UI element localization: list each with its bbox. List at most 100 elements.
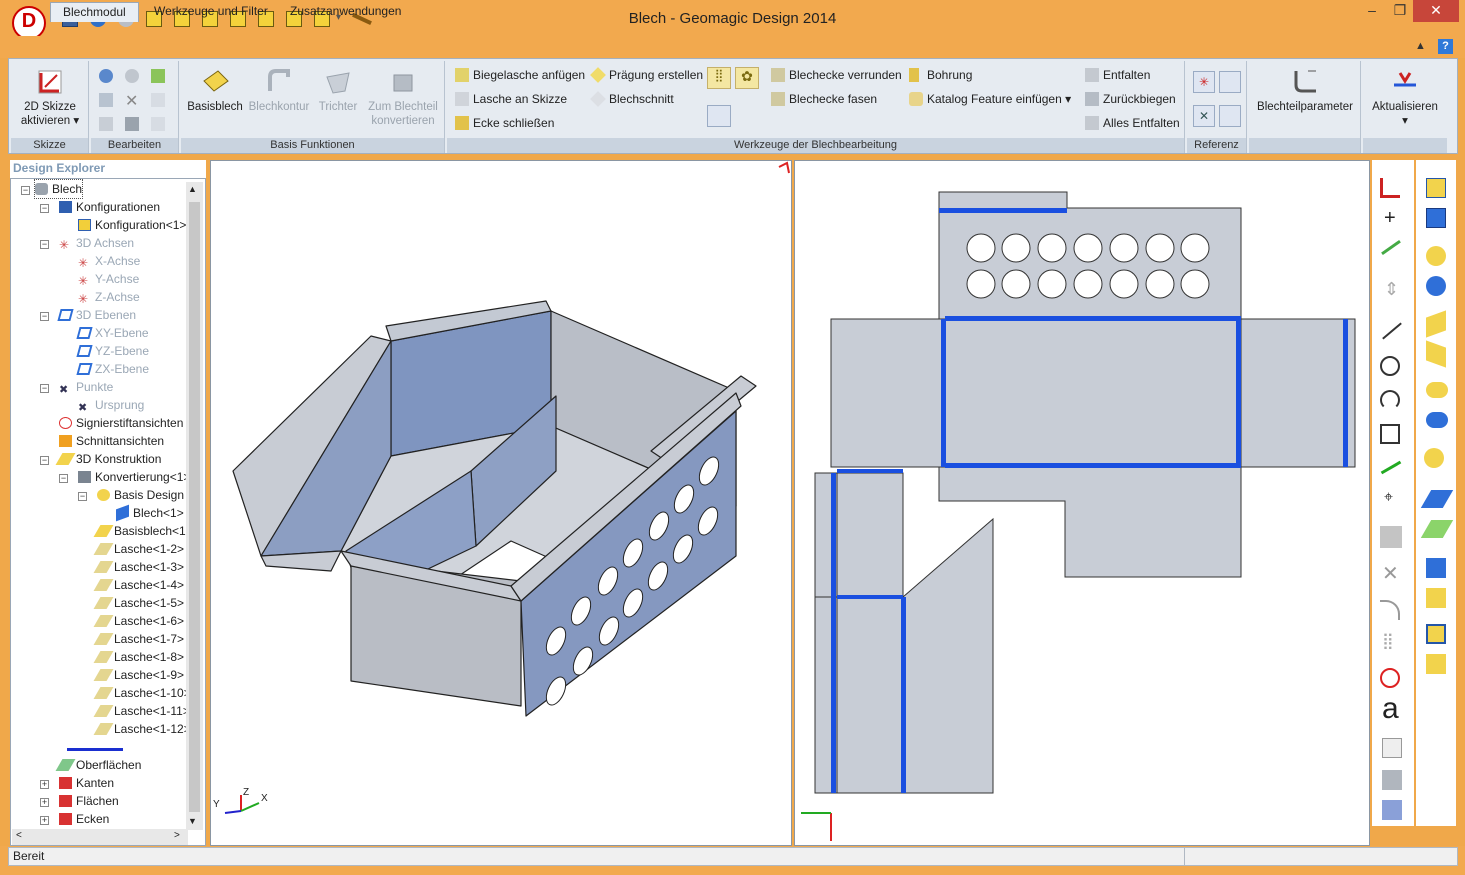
refold-button[interactable]: Zurückbiegen xyxy=(1085,89,1176,109)
tree-horizontal-scrollbar[interactable]: < > xyxy=(12,829,188,845)
tree-item-xy-ebene[interactable]: XY-Ebene xyxy=(76,324,149,342)
tab-zusatzanwendungen[interactable]: Zusatzanwendungen xyxy=(278,2,413,22)
viewport-3d[interactable]: Y Z X xyxy=(210,160,792,846)
arc-tool-icon[interactable] xyxy=(1380,390,1400,410)
tree-item-lasche-1-8[interactable]: Lasche<1-8> xyxy=(93,648,184,666)
collapse-toggle[interactable]: − xyxy=(40,240,49,249)
unfold-all-button[interactable]: Alles Entfalten xyxy=(1085,113,1180,133)
collapse-toggle[interactable]: − xyxy=(21,186,30,195)
tree-vertical-scrollbar[interactable]: ▲ ▼ xyxy=(186,182,203,830)
scroll-right-icon[interactable]: > xyxy=(174,830,180,841)
hole-feature-icon[interactable] xyxy=(1424,448,1444,468)
end-marker-icon[interactable] xyxy=(67,748,123,751)
tree-item-lasche-1-11[interactable]: Lasche<1-11> xyxy=(93,702,190,720)
rectangle-tool-icon[interactable] xyxy=(1380,424,1400,444)
close-icon[interactable]: ✕ xyxy=(1413,0,1459,22)
select-icon[interactable] xyxy=(125,117,139,131)
tree-item-lasche-1-9[interactable]: Lasche<1-9> xyxy=(93,666,184,684)
tree-item-z-achse[interactable]: ✳ Z-Achse xyxy=(78,288,140,306)
tree-item-3d-achsen[interactable]: ✳ 3D Achsen xyxy=(59,234,134,252)
extrude-cut-icon[interactable] xyxy=(1426,208,1446,228)
revolve-cut-icon[interactable] xyxy=(1426,276,1446,296)
tree-item-lasche-1-3[interactable]: Lasche<1-3> xyxy=(93,558,184,576)
scroll-left-icon[interactable]: < xyxy=(16,830,22,841)
collapse-toggle[interactable]: − xyxy=(40,312,49,321)
tree-item-flaechen[interactable]: Flächen xyxy=(59,792,119,810)
view-rotate-icon[interactable] xyxy=(778,161,790,174)
split-body-icon[interactable] xyxy=(1426,654,1446,674)
insert-catalog-feature-button[interactable]: Katalog Feature einfügen ▾ xyxy=(909,89,1071,109)
tree-item-schnittansichten[interactable]: Schnittansichten xyxy=(59,432,164,450)
unfold-button[interactable]: Entfalten xyxy=(1085,65,1150,85)
tree-item-signierstiftansichten[interactable]: Signierstiftansichten xyxy=(59,414,183,432)
convert-to-sheet-button[interactable]: Zum Blechteil konvertieren xyxy=(363,67,443,128)
expand-toggle[interactable]: + xyxy=(40,780,49,789)
line-tool-icon[interactable] xyxy=(1382,322,1402,340)
crosshair-icon[interactable]: + xyxy=(1384,208,1396,228)
tree-item-x-achse[interactable]: ✳ X-Achse xyxy=(78,252,140,270)
copy-icon[interactable] xyxy=(99,93,113,107)
reference-axis-icon[interactable]: ✳ xyxy=(1193,71,1215,93)
tree-item-basisblech[interactable]: Basisblech<1- xyxy=(93,522,190,540)
circle-tool-icon[interactable] xyxy=(1380,356,1400,376)
tree-item-yz-ebene[interactable]: YZ-Ebene xyxy=(76,342,149,360)
reference-csys-icon[interactable] xyxy=(1219,105,1241,127)
redo-edit-icon[interactable] xyxy=(125,69,139,83)
undo-edit-icon[interactable] xyxy=(99,69,113,83)
scroll-thumb[interactable] xyxy=(189,202,200,812)
tree-item-lasche-1-7[interactable]: Lasche<1-7> xyxy=(93,630,184,648)
reference-point-icon[interactable]: ✕ xyxy=(1193,105,1215,127)
viewport-flat-pattern[interactable] xyxy=(794,160,1370,846)
sweep-icon[interactable] xyxy=(1426,382,1448,398)
tree-item-blech-1[interactable]: Blech<1> xyxy=(116,504,184,522)
bohrung-button[interactable]: Bohrung xyxy=(909,65,972,85)
sheet-parameters-button[interactable]: Blechteilparameter xyxy=(1251,67,1359,114)
tree-item-konfigurationen[interactable]: Konfigurationen xyxy=(59,198,160,216)
ribbon-collapse-icon[interactable]: ▲ xyxy=(1415,40,1426,52)
paste-icon[interactable] xyxy=(151,117,165,131)
sweep-cut-icon[interactable] xyxy=(1426,412,1448,428)
chamfer-feature-icon[interactable] xyxy=(1426,588,1446,608)
minimize-icon[interactable]: – xyxy=(1357,0,1387,22)
tree-item-y-achse[interactable]: ✳ Y-Achse xyxy=(78,270,139,288)
flange-on-sketch-button[interactable]: Lasche an Skizze xyxy=(455,89,567,109)
expand-toggle[interactable]: + xyxy=(40,816,49,825)
point-tool-icon[interactable]: ⌖ xyxy=(1384,490,1393,506)
pattern-tool-icon[interactable] xyxy=(1380,526,1402,548)
help-icon[interactable]: ? xyxy=(1438,39,1453,54)
tab-blechmodul[interactable]: Blechmodul xyxy=(50,2,139,22)
delete-icon[interactable]: ✕ xyxy=(125,91,138,111)
tree-item-ecken[interactable]: Ecken xyxy=(59,810,109,828)
collapse-toggle[interactable]: − xyxy=(78,492,87,501)
tree-item-lasche-1-4[interactable]: Lasche<1-4> xyxy=(93,576,184,594)
fillet-tool-icon[interactable] xyxy=(1380,600,1400,620)
paste-special-icon[interactable] xyxy=(151,69,165,83)
activate-2d-sketch-button[interactable]: 2D Skizze aktivieren ▾ xyxy=(13,67,87,128)
round-sheet-corner-button[interactable]: Blechecke verrunden xyxy=(771,65,902,85)
draft-icon[interactable] xyxy=(1426,624,1446,644)
parallel-lines-icon[interactable] xyxy=(1381,239,1401,256)
sketch-pattern-icon[interactable]: ⣿ xyxy=(1382,634,1394,650)
convert-entity-icon[interactable] xyxy=(1382,800,1402,820)
design-explorer-tree[interactable]: − Blech − Konfigurationen Konfiguration<… xyxy=(10,178,206,846)
dimension-icon[interactable]: ⇕ xyxy=(1384,280,1399,298)
edit-icon[interactable] xyxy=(151,93,165,107)
thicken-icon[interactable] xyxy=(1420,520,1454,538)
tree-item-lasche-1-5[interactable]: Lasche<1-5> xyxy=(93,594,184,612)
cut-icon[interactable] xyxy=(99,117,113,131)
reference-plane-icon[interactable] xyxy=(1219,71,1241,93)
tree-item-konvertierung[interactable]: Konvertierung<1> xyxy=(78,468,190,486)
text-tool-icon[interactable]: a xyxy=(1382,694,1399,724)
add-bend-flange-button[interactable]: Biegelasche anfügen xyxy=(455,65,585,85)
tree-item-konfiguration-1[interactable]: Konfiguration<1> xyxy=(78,216,186,234)
hole-pattern-icon[interactable]: ⣿ xyxy=(707,67,731,89)
scroll-up-icon[interactable]: ▲ xyxy=(188,184,197,194)
expand-toggle[interactable]: + xyxy=(40,798,49,807)
create-emboss-button[interactable]: Prägung erstellen xyxy=(590,65,703,85)
tree-item-oberflaechen[interactable]: Oberflächen xyxy=(55,756,141,774)
tree-item-kanten[interactable]: Kanten xyxy=(59,774,114,792)
tree-item-zx-ebene[interactable]: ZX-Ebene xyxy=(76,360,149,378)
tree-item-lasche-1-2[interactable]: Lasche<1-2> xyxy=(93,540,184,558)
blechkontur-button[interactable]: Blechkontur xyxy=(245,67,313,114)
collapse-toggle[interactable]: − xyxy=(59,474,68,483)
